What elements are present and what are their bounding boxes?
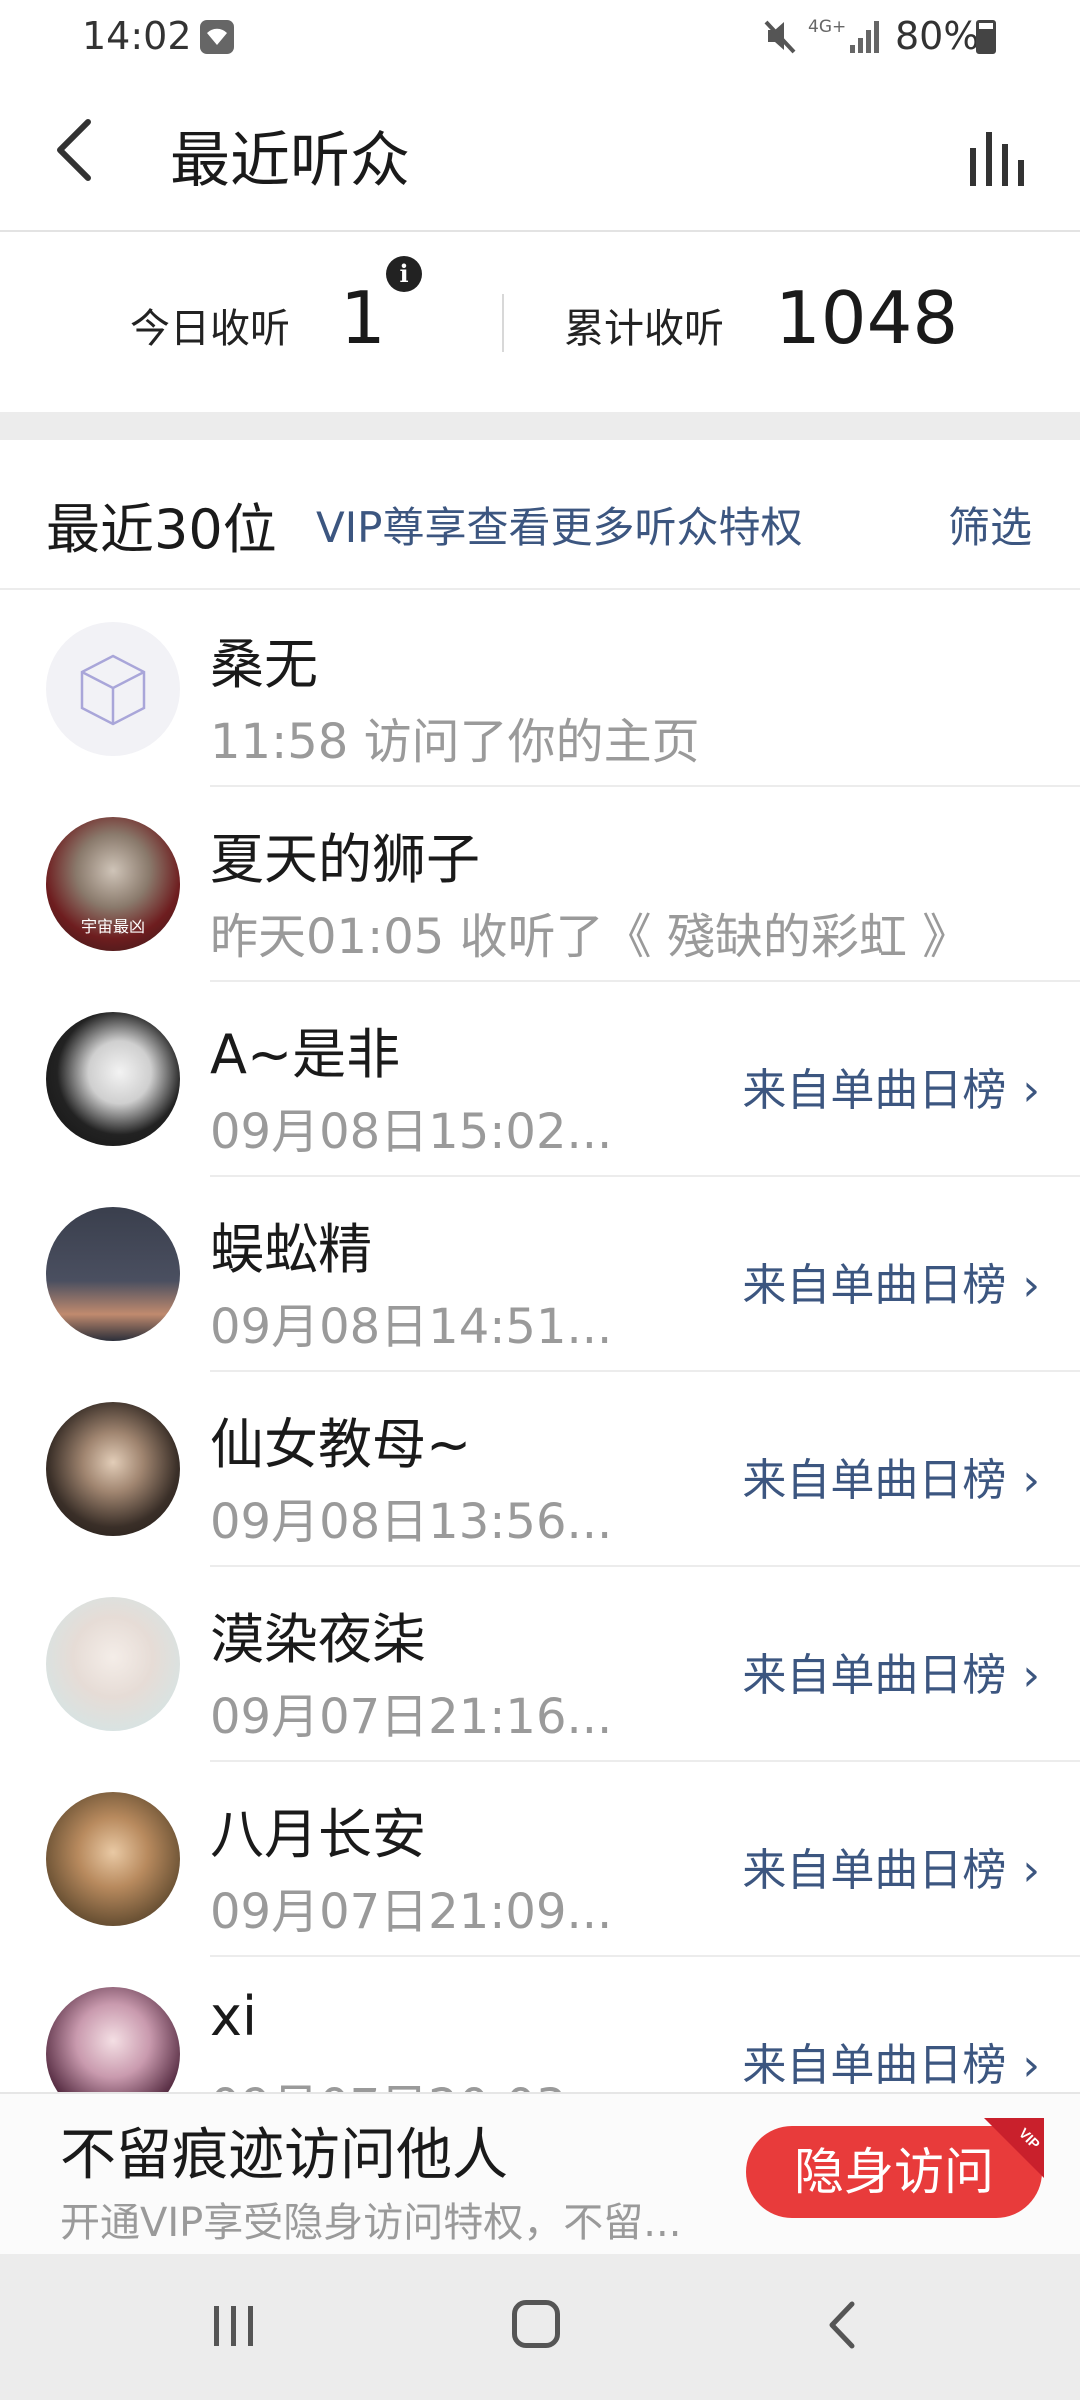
chevron-right-icon: › <box>1022 1455 1040 1506</box>
chevron-right-icon: › <box>1022 1650 1040 1701</box>
source-link[interactable]: 来自单曲日榜 › <box>742 1444 1040 1508</box>
banner-subtitle: 开通VIP享受隐身访问特权，不留... <box>60 2200 682 2246</box>
back-button[interactable] <box>48 110 108 190</box>
avatar-caption: 宇宙最凶 <box>80 917 145 936</box>
list-item[interactable]: 桑无 11:58 访问了你的主页 <box>0 590 1080 785</box>
avatar <box>46 1792 180 1926</box>
chevron-right-icon: › <box>1022 1065 1040 1116</box>
list-item[interactable]: A~是非 09月08日15:02... 来自单曲日榜 › <box>0 980 1080 1175</box>
battery-percent: 80% <box>895 14 980 58</box>
avatar <box>46 1012 180 1146</box>
nav-recents-icon[interactable] <box>210 2304 258 2352</box>
listener-meta: 昨天01:05 收听了《 殘缺的彩虹 》 <box>210 909 971 965</box>
section-separator <box>0 412 1080 440</box>
section-title: 最近30位 <box>46 498 277 561</box>
source-link[interactable]: 来自单曲日榜 › <box>742 1249 1040 1313</box>
listener-meta: 09月08日15:02... <box>210 1104 613 1160</box>
list-item[interactable]: 蜈蚣精 09月08日14:51... 来自单曲日榜 › <box>0 1175 1080 1370</box>
source-label: 来自单曲日榜 <box>742 1455 1007 1506</box>
battery-icon <box>976 20 996 54</box>
avatar <box>46 1207 180 1341</box>
banner-title: 不留痕迹访问他人 <box>60 2123 508 2188</box>
vip-promo-link[interactable]: VIP尊享查看更多听众特权 <box>316 494 802 555</box>
nav-home-icon[interactable] <box>512 2300 560 2348</box>
source-link[interactable]: 来自单曲日榜 › <box>742 1834 1040 1898</box>
listener-meta: 11:58 访问了你的主页 <box>210 714 700 770</box>
source-link[interactable]: 来自单曲日榜 › <box>742 1639 1040 1703</box>
avatar <box>46 1402 180 1536</box>
filter-button[interactable]: 筛选 <box>948 494 1032 555</box>
listener-meta: 09月07日20:03... <box>210 2067 612 2092</box>
listener-meta: 09月08日13:56... <box>210 1494 613 1550</box>
listener-meta: 09月07日21:09... <box>210 1884 613 1940</box>
chevron-right-icon: › <box>1022 1845 1040 1896</box>
list-item[interactable]: 八月长安 09月07日21:09... 来自单曲日榜 › <box>0 1760 1080 1955</box>
listener-name: 八月长安 <box>210 1803 426 1866</box>
source-link[interactable]: 来自单曲日榜 › <box>742 2029 1040 2092</box>
list-item[interactable]: 宇宙最凶 夏天的狮子 昨天01:05 收听了《 殘缺的彩虹 》 <box>0 785 1080 980</box>
avatar <box>46 1597 180 1731</box>
listener-name: 蜈蚣精 <box>210 1218 372 1281</box>
source-label: 来自单曲日榜 <box>742 1650 1007 1701</box>
listener-meta: 09月08日14:51... <box>210 1299 613 1355</box>
stats-bars-icon[interactable] <box>968 130 1030 186</box>
vip-badge: VIP <box>984 2118 1044 2178</box>
back-icon <box>57 119 91 181</box>
chevron-right-icon: › <box>1022 1260 1040 1311</box>
list-item[interactable]: 仙女教母~ 09月08日13:56... 来自单曲日榜 › <box>0 1370 1080 1565</box>
today-listen-value: 1 <box>340 276 386 360</box>
info-icon[interactable]: i <box>386 256 422 292</box>
signal-icon <box>848 17 884 59</box>
chevron-right-icon: › <box>1022 2040 1040 2091</box>
listener-name: 漠染夜柒 <box>210 1608 426 1671</box>
mute-icon <box>762 16 798 60</box>
nav-back-icon[interactable] <box>822 2300 862 2354</box>
status-time: 14:02 <box>82 14 192 58</box>
source-label: 来自单曲日榜 <box>742 1065 1007 1116</box>
list-item[interactable]: 漠染夜柒 09月07日21:16... 来自单曲日榜 › <box>0 1565 1080 1760</box>
total-listen-value: 1048 <box>775 276 959 360</box>
source-label: 来自单曲日榜 <box>742 2040 1007 2091</box>
listener-name: xi <box>210 1985 257 2048</box>
today-listen-label: 今日收听 <box>130 306 290 352</box>
source-label: 来自单曲日榜 <box>742 1260 1007 1311</box>
listener-meta: 09月07日21:16... <box>210 1689 613 1745</box>
source-label: 来自单曲日榜 <box>742 1845 1007 1896</box>
list-item[interactable]: xi 09月07日20:03... 来自单曲日榜 › <box>0 1955 1080 2092</box>
total-listen-label: 累计收听 <box>564 306 724 352</box>
listener-name: A~是非 <box>210 1023 401 1086</box>
avatar-default <box>46 622 180 756</box>
page-title: 最近听众 <box>170 126 410 196</box>
wifi-icon <box>200 20 234 54</box>
stats-divider <box>502 294 504 352</box>
listener-name: 夏天的狮子 <box>210 828 480 891</box>
header <box>0 76 1080 232</box>
avatar <box>46 1987 180 2092</box>
cube-icon <box>80 654 146 726</box>
listener-name: 桑无 <box>210 633 318 696</box>
avatar: 宇宙最凶 <box>46 817 180 951</box>
network-type: 4G+ <box>808 17 847 37</box>
listener-name: 仙女教母~ <box>210 1413 472 1476</box>
source-link[interactable]: 来自单曲日榜 › <box>742 1054 1040 1118</box>
